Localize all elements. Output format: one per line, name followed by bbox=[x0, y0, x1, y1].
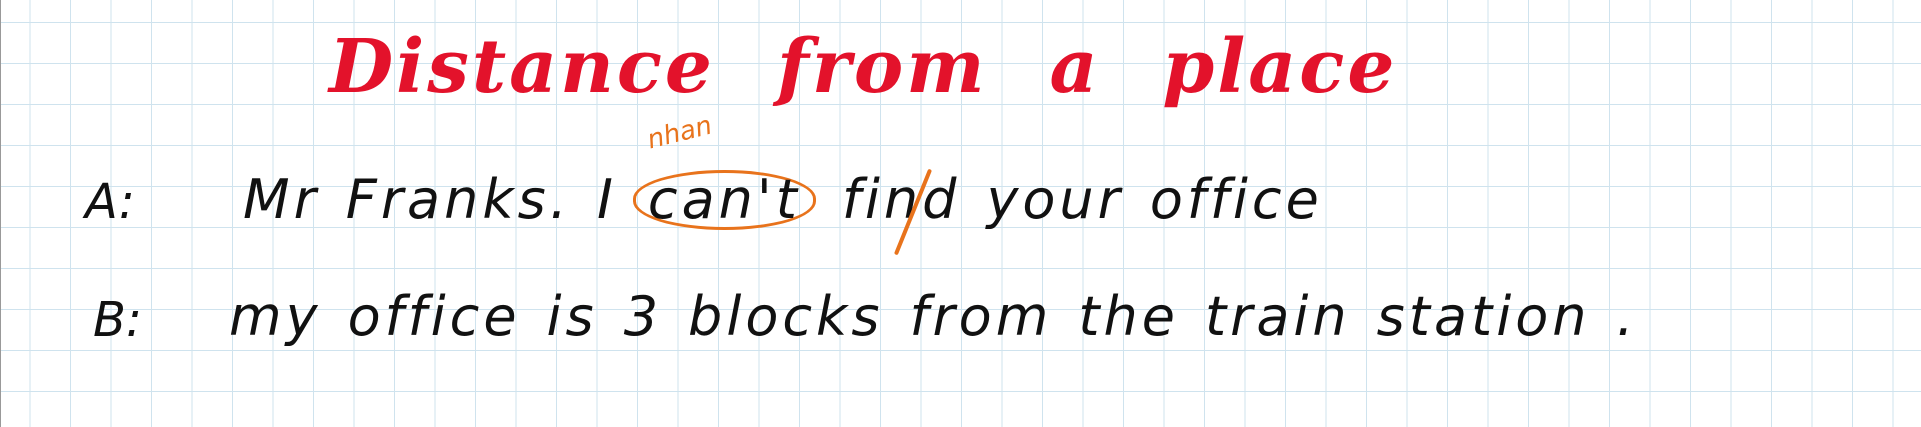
dialogue-word: blocks bbox=[688, 285, 884, 348]
title-word: Distance bbox=[329, 24, 716, 110]
dialogue-word: the bbox=[1078, 285, 1179, 348]
speaker-a-label: A: bbox=[85, 174, 135, 230]
dialogue-word: my bbox=[229, 285, 322, 348]
dialogue-word: 3 bbox=[623, 285, 663, 348]
title-word: a bbox=[1049, 24, 1101, 110]
dialogue-word: station bbox=[1376, 285, 1591, 348]
title-word: from bbox=[777, 24, 988, 110]
speaker-b-label: B: bbox=[93, 292, 143, 348]
dialogue-word: Franks. bbox=[345, 168, 571, 231]
dialogue-line-a: Mr Franks. Ican't find your office bbox=[243, 170, 1349, 230]
dialogue-word: I bbox=[596, 168, 617, 231]
title-word: place bbox=[1162, 24, 1398, 110]
dialogue-word: from bbox=[909, 285, 1053, 348]
dialogue-word: your bbox=[986, 168, 1124, 231]
dialogue-word: Mr bbox=[243, 168, 320, 231]
dialogue-word: find bbox=[841, 168, 961, 231]
grid-paper-page: Distance from a place nhan A: Mr Franks. Ican… bbox=[0, 0, 1921, 427]
dialogue-word: is bbox=[546, 285, 598, 348]
dialogue-word: office bbox=[347, 285, 521, 348]
page-title: Distance from a place bbox=[329, 30, 1459, 104]
dialogue-word: . bbox=[1616, 285, 1638, 348]
circled-word: can't bbox=[632, 170, 816, 230]
pronunciation-note: nhan bbox=[644, 110, 716, 156]
dialogue-word: office bbox=[1149, 168, 1323, 231]
dialogue-word: train bbox=[1204, 285, 1351, 348]
dialogue-line-b: my office is 3 blocks from the train station. bbox=[229, 290, 1664, 344]
